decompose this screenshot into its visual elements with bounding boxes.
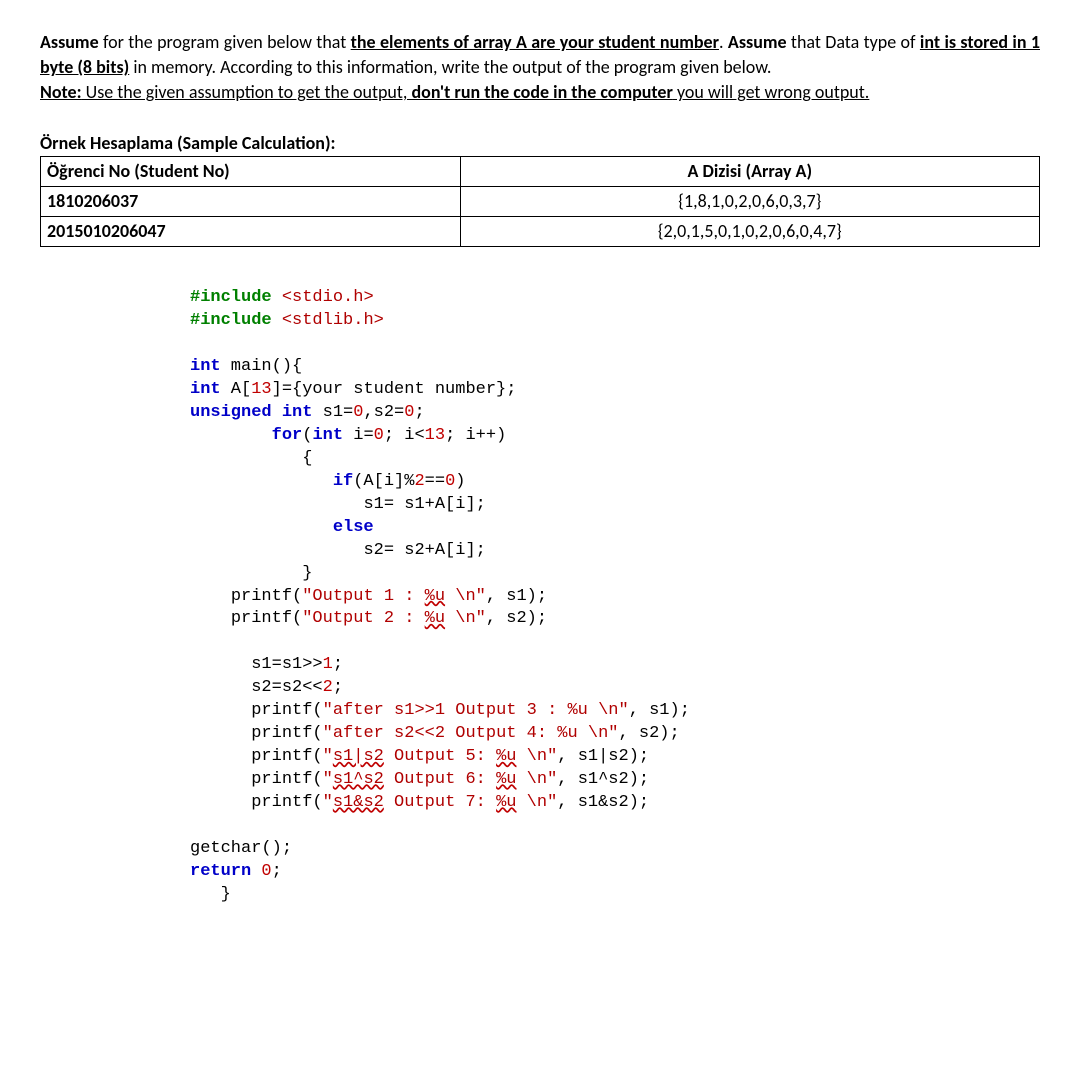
table-row: Öğrenci No (Student No) A Dizisi (Array … — [41, 156, 1040, 186]
cell-array-1: {1,8,1,0,2,0,6,0,3,7} — [460, 186, 1039, 216]
table-row: 1810206037 {1,8,1,0,2,0,6,0,3,7} — [41, 186, 1040, 216]
sample-calc-title: Örnek Hesaplama (Sample Calculation): — [40, 131, 1040, 156]
assume-word-2: Assume — [728, 31, 787, 53]
table-row: 2015010206047 {2,0,1,5,0,1,0,2,0,6,0,4,7… — [41, 217, 1040, 247]
assume-word: Assume — [40, 31, 99, 53]
header-array-a: A Dizisi (Array A) — [460, 156, 1039, 186]
cell-student-2: 2015010206047 — [41, 217, 461, 247]
code-block: #include <stdio.h> #include <stdlib.h> i… — [190, 287, 1040, 906]
cell-student-1: 1810206037 — [41, 186, 461, 216]
header-student-no: Öğrenci No (Student No) — [41, 156, 461, 186]
note-label: Note: — [40, 81, 82, 103]
cell-array-2: {2,0,1,5,0,1,0,2,0,6,0,4,7} — [460, 217, 1039, 247]
sample-table: Öğrenci No (Student No) A Dizisi (Array … — [40, 156, 1040, 248]
instructions-paragraph: Assume for the program given below that … — [40, 30, 1040, 106]
